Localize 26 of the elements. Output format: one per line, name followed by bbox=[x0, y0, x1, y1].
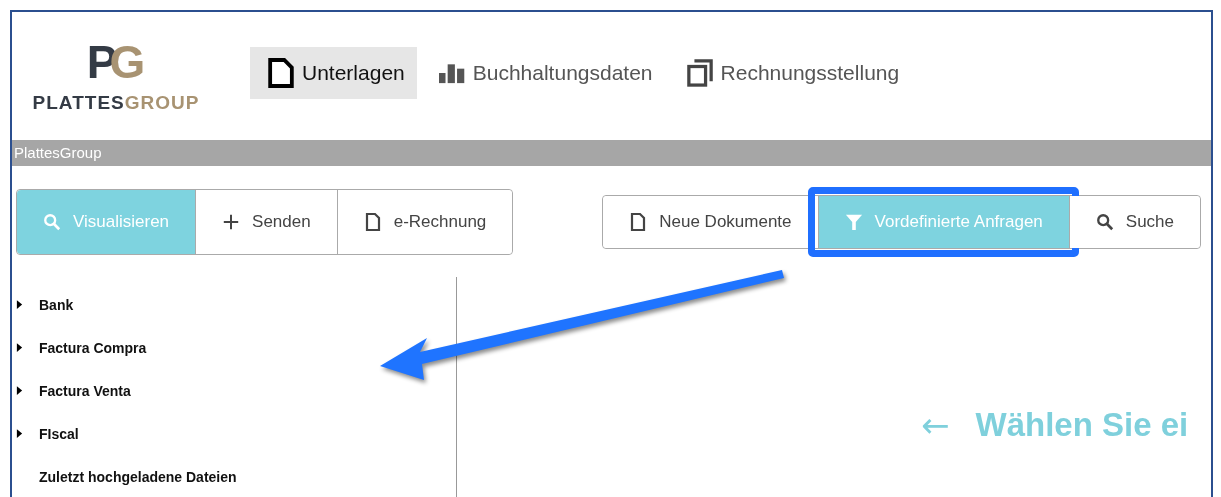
left-arrow-glyph: ← bbox=[921, 405, 950, 445]
plus-icon bbox=[222, 212, 241, 232]
caret-icon[interactable] bbox=[16, 385, 23, 396]
caret-icon[interactable] bbox=[16, 299, 23, 310]
document-icon bbox=[363, 212, 382, 232]
document-icon bbox=[268, 57, 294, 89]
caret-icon[interactable] bbox=[16, 342, 23, 353]
caret-icon[interactable] bbox=[16, 428, 23, 439]
view-button[interactable]: Suche bbox=[1068, 196, 1200, 248]
tree-item[interactable]: Zuletzt hochgeladene Dateien bbox=[39, 468, 237, 485]
mode-button[interactable]: e-Rechnung bbox=[336, 190, 513, 254]
copy-icon bbox=[686, 57, 713, 89]
nav-tab[interactable]: Rechnungsstellung bbox=[668, 47, 912, 99]
logo-wordmark: PLATTESGROUP bbox=[32, 92, 200, 114]
breadcrumb-bar: PlattesGroup bbox=[12, 140, 1211, 166]
document-icon bbox=[629, 212, 648, 232]
tree-item[interactable]: Factura Compra bbox=[39, 339, 147, 356]
tree-item[interactable]: Bank bbox=[39, 296, 74, 313]
tree-item[interactable]: FIscal bbox=[39, 425, 79, 442]
filter-icon bbox=[844, 212, 863, 232]
hint-text: Wählen Sie ei bbox=[975, 406, 1189, 444]
tree-item[interactable]: Factura Venta bbox=[39, 382, 131, 399]
search-icon bbox=[1095, 212, 1114, 232]
search-icon bbox=[43, 212, 61, 232]
nav-tab[interactable]: Unterlagen bbox=[250, 47, 417, 99]
nav-tab[interactable]: Buchhaltungsdaten bbox=[420, 47, 665, 99]
